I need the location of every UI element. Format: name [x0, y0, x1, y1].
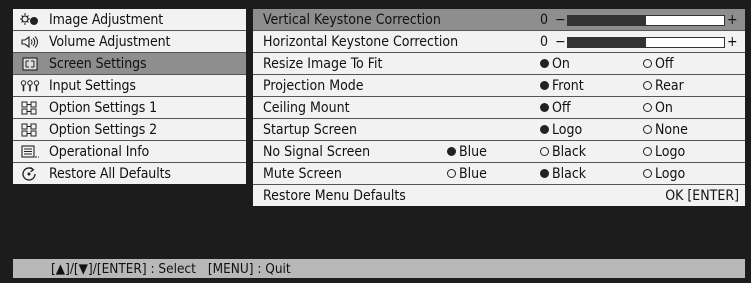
sidebar-menu: Image Adjustment Volume Adjustment Scree… [13, 9, 246, 184]
restore-menu-defaults-row[interactable]: Restore Menu Defaults OK [ENTER] [253, 185, 745, 206]
radio-icon [643, 81, 652, 90]
ceiling-mount-option-off[interactable]: Off [540, 100, 571, 116]
image-adjustment-icon [19, 12, 41, 28]
radio-icon [540, 103, 549, 112]
restore-ok-enter-button[interactable]: OK [ENTER] [665, 188, 739, 204]
plus-icon: + [727, 11, 738, 28]
radio-icon [540, 59, 549, 68]
no-signal-screen-row: No Signal Screen Blue Black Logo [253, 141, 745, 163]
projection-mode-label: Projection Mode [263, 77, 364, 94]
projection-mode-option-front[interactable]: Front [540, 78, 584, 94]
sidebar-item-option-settings-1[interactable]: Option Settings 1 [13, 97, 246, 119]
restore-icon [19, 166, 41, 182]
radio-icon [643, 169, 652, 178]
radio-icon [643, 147, 652, 156]
horizontal-keystone-slider-fill [568, 38, 646, 47]
screen-icon [19, 56, 41, 72]
resize-image-option-on[interactable]: On [540, 56, 570, 72]
restore-menu-defaults-label: Restore Menu Defaults [263, 187, 406, 204]
no-signal-screen-option-logo[interactable]: Logo [643, 144, 685, 160]
sidebar-item-label: Screen Settings [49, 55, 147, 72]
vertical-keystone-slider[interactable] [567, 15, 725, 26]
mute-screen-label: Mute Screen [263, 165, 342, 182]
no-signal-screen-option-black[interactable]: Black [540, 144, 586, 160]
radio-icon [540, 169, 549, 178]
resize-image-row: Resize Image To Fit On Off [253, 53, 745, 75]
mute-screen-option-logo[interactable]: Logo [643, 166, 685, 182]
input-icon [19, 78, 41, 94]
resize-image-option-off[interactable]: Off [643, 56, 674, 72]
startup-screen-row: Startup Screen Logo None [253, 119, 745, 141]
plus-icon: + [727, 33, 738, 50]
mute-screen-option-black[interactable]: Black [540, 166, 586, 182]
vertical-keystone-slider-fill [568, 16, 646, 25]
startup-screen-option-none[interactable]: None [643, 122, 688, 138]
radio-icon [447, 147, 456, 156]
radio-icon [643, 103, 652, 112]
ceiling-mount-option-on[interactable]: On [643, 100, 673, 116]
horizontal-keystone-value: 0 [540, 33, 549, 50]
ceiling-mount-row: Ceiling Mount Off On [253, 97, 745, 119]
resize-image-label: Resize Image To Fit [263, 55, 383, 72]
sidebar-item-label: Option Settings 1 [49, 99, 158, 116]
no-signal-screen-label: No Signal Screen [263, 143, 371, 160]
radio-icon [447, 169, 456, 178]
horizontal-keystone-slider[interactable] [567, 37, 725, 48]
quit-hint: [MENU] : Quit [207, 260, 291, 277]
radio-icon [643, 125, 652, 134]
speaker-icon [19, 34, 41, 50]
info-icon [19, 144, 41, 160]
mute-screen-row: Mute Screen Blue Black Logo [253, 163, 745, 185]
sidebar-item-label: Image Adjustment [49, 11, 164, 28]
sidebar-item-operational-info[interactable]: Operational Info [13, 141, 246, 163]
vertical-keystone-value: 0 [540, 11, 549, 28]
horizontal-keystone-label: Horizontal Keystone Correction [263, 33, 459, 50]
mute-screen-option-blue[interactable]: Blue [447, 166, 487, 182]
startup-screen-option-logo[interactable]: Logo [540, 122, 582, 138]
radio-icon [540, 147, 549, 156]
no-signal-screen-option-blue[interactable]: Blue [447, 144, 487, 160]
ceiling-mount-label: Ceiling Mount [263, 99, 350, 116]
radio-icon [540, 81, 549, 90]
options-icon [19, 100, 41, 116]
radio-icon [643, 59, 652, 68]
screen-settings-panel: Vertical Keystone Correction 0 − + Horiz… [253, 9, 745, 206]
projection-mode-row: Projection Mode Front Rear [253, 75, 745, 97]
sidebar-item-label: Input Settings [49, 77, 136, 94]
sidebar-item-label: Volume Adjustment [49, 33, 171, 50]
sidebar-item-label: Option Settings 2 [49, 121, 158, 138]
minus-icon: − [555, 11, 566, 28]
select-hint: [▲]/[▼]/[ENTER] : Select [51, 260, 196, 277]
sidebar-item-screen-settings[interactable]: Screen Settings [13, 53, 246, 75]
options-icon [19, 122, 41, 138]
sidebar-item-label: Restore All Defaults [49, 165, 171, 182]
startup-screen-label: Startup Screen [263, 121, 358, 138]
sidebar-item-input-settings[interactable]: Input Settings [13, 75, 246, 97]
horizontal-keystone-row[interactable]: Horizontal Keystone Correction 0 − + [253, 31, 745, 53]
vertical-keystone-row[interactable]: Vertical Keystone Correction 0 − + [253, 9, 745, 31]
minus-icon: − [555, 33, 566, 50]
footer-hint-bar: [▲]/[▼]/[ENTER] : Select [MENU] : Quit [13, 259, 745, 278]
sidebar-item-label: Operational Info [49, 143, 150, 160]
sidebar-item-image-adjustment[interactable]: Image Adjustment [13, 9, 246, 31]
radio-icon [540, 125, 549, 134]
sidebar-item-restore-all-defaults[interactable]: Restore All Defaults [13, 163, 246, 184]
sidebar-item-volume-adjustment[interactable]: Volume Adjustment [13, 31, 246, 53]
sidebar-item-option-settings-2[interactable]: Option Settings 2 [13, 119, 246, 141]
projection-mode-option-rear[interactable]: Rear [643, 78, 684, 94]
vertical-keystone-label: Vertical Keystone Correction [263, 11, 441, 28]
